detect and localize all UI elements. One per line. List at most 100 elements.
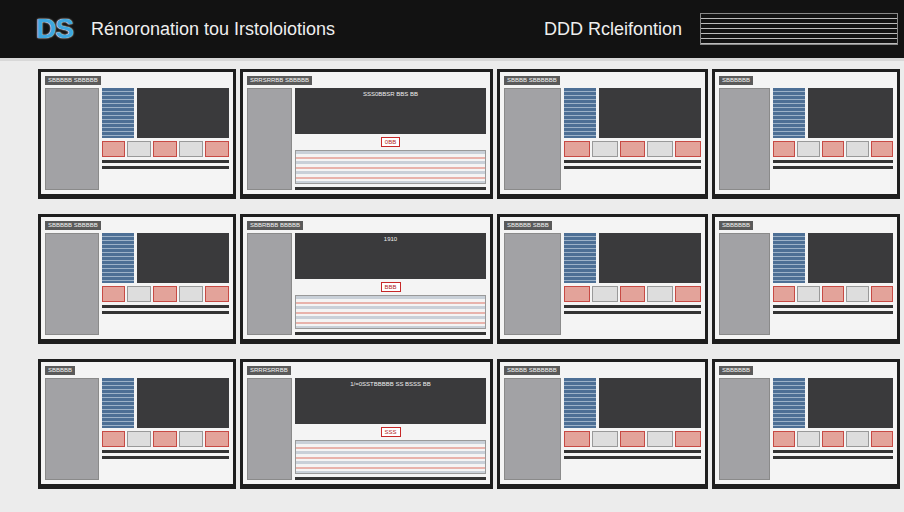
screen-panel <box>137 378 229 428</box>
chip <box>205 286 229 302</box>
bar <box>102 311 229 314</box>
bar <box>564 456 701 459</box>
chip <box>153 141 177 157</box>
screen-panel: 1910 <box>295 233 486 279</box>
lines-box <box>700 13 898 45</box>
chip <box>797 286 819 302</box>
chip-row <box>773 141 893 157</box>
thumbnail-body <box>45 378 229 480</box>
bar <box>564 160 701 163</box>
screen-panel <box>137 88 229 138</box>
chip <box>127 286 151 302</box>
thumbnail-label: SBBBB SBBBBBB <box>504 76 560 85</box>
list-panel <box>564 233 596 283</box>
bar <box>564 305 701 308</box>
main-panel <box>773 88 893 190</box>
chip <box>564 141 590 157</box>
side-panel <box>247 233 292 335</box>
bar <box>564 166 701 169</box>
thumbnail[interactable]: SBBBBB <box>38 359 236 489</box>
bar <box>295 187 486 190</box>
side-panel <box>247 378 292 480</box>
badge: 0BB <box>381 137 400 147</box>
thumbnail[interactable]: SBBBBB SBBBBB <box>38 214 236 344</box>
screen-panel: 1/=0SSTBBBBB SS BSSS BB <box>295 378 486 424</box>
list-panel <box>773 378 805 428</box>
thumbnail-label: SBBBBB SBBBBB <box>45 76 101 85</box>
chip <box>179 141 203 157</box>
thumbnail[interactable]: SBBBBBB <box>712 69 900 199</box>
top-row <box>102 378 229 428</box>
screen-panel <box>137 233 229 283</box>
screen-panel <box>808 378 893 428</box>
side-panel <box>504 378 561 480</box>
thumbnail-label: SBBBBBB <box>719 366 753 375</box>
screen-panel <box>599 88 701 138</box>
side-panel <box>247 88 292 190</box>
top-row <box>773 233 893 283</box>
side-panel <box>504 88 561 190</box>
side-panel <box>504 233 561 335</box>
screen-panel <box>808 88 893 138</box>
main-panel <box>773 378 893 480</box>
chip <box>102 141 126 157</box>
bar <box>102 166 229 169</box>
header: DSRénoronation tou IrstoloiotionsDDD Rcl… <box>0 0 904 61</box>
list-panel <box>773 88 805 138</box>
side-panel <box>719 88 770 190</box>
bar <box>773 456 893 459</box>
chip-row <box>102 431 229 447</box>
screen-panel: SSS0BBSR BBS BB <box>295 88 486 134</box>
chip <box>102 431 126 447</box>
thumbnail[interactable]: SBBBBB SBBBBB <box>38 69 236 199</box>
thumbnail-label: SRRSRRBB SBBBBB <box>247 76 312 85</box>
thumbnail[interactable]: SBBBBB SBBB <box>497 214 708 344</box>
chip-row <box>564 141 701 157</box>
badge: SSS <box>381 427 401 437</box>
screen-panel <box>599 233 701 283</box>
chip <box>797 431 819 447</box>
thumbnail-body: 1910BBB <box>247 233 486 335</box>
bar <box>773 450 893 453</box>
thumbnail-body <box>45 233 229 335</box>
logo: DS <box>36 13 73 45</box>
thumbnail-label: SBBBBB SBBB <box>504 221 552 230</box>
chip <box>647 286 673 302</box>
chip <box>822 431 844 447</box>
table-rows <box>295 440 486 474</box>
chip <box>773 141 795 157</box>
list-panel <box>773 233 805 283</box>
bar <box>295 477 486 480</box>
table-rows <box>295 295 486 329</box>
chip <box>179 286 203 302</box>
chip <box>620 141 646 157</box>
list-panel <box>102 88 134 138</box>
bar <box>102 450 229 453</box>
thumbnail[interactable]: SRRSRRBB SBBBBB SSS0BBSR BBS BB 0BB <box>240 69 493 199</box>
chip <box>822 286 844 302</box>
table-rows <box>295 150 486 184</box>
side-panel <box>45 88 99 190</box>
bar <box>102 456 229 459</box>
thumbnail[interactable]: SRRRSRRBB1/=0SSTBBBBB SS BSSS BBSSS <box>240 359 493 489</box>
thumbnail[interactable]: SBBBB SBBBBBB <box>497 69 708 199</box>
thumbnail-label: SBBRBBB BBBBB <box>247 221 303 230</box>
thumbnail[interactable]: SBBBBBB <box>712 359 900 489</box>
bar <box>773 166 893 169</box>
thumbnail[interactable]: SBBRBBB BBBBB 1910BBB <box>240 214 493 344</box>
thumbnail-label: SBBBBB SBBBBB <box>45 221 101 230</box>
bar <box>773 160 893 163</box>
chip-row <box>773 286 893 302</box>
chip <box>846 141 868 157</box>
list-panel <box>102 233 134 283</box>
side-panel <box>45 233 99 335</box>
chip <box>153 286 177 302</box>
top-row <box>102 88 229 138</box>
thumbnail[interactable]: SBBBB SBBBBBB <box>497 359 708 489</box>
screen-panel <box>599 378 701 428</box>
thumbnail-body: 1/=0SSTBBBBB SS BSSS BB SSS <box>247 378 486 480</box>
main-panel <box>773 233 893 335</box>
thumbnail-label: SBBBBBB <box>719 76 753 85</box>
main-panel <box>102 88 229 190</box>
thumbnail[interactable]: SBBBBBB <box>712 214 900 344</box>
